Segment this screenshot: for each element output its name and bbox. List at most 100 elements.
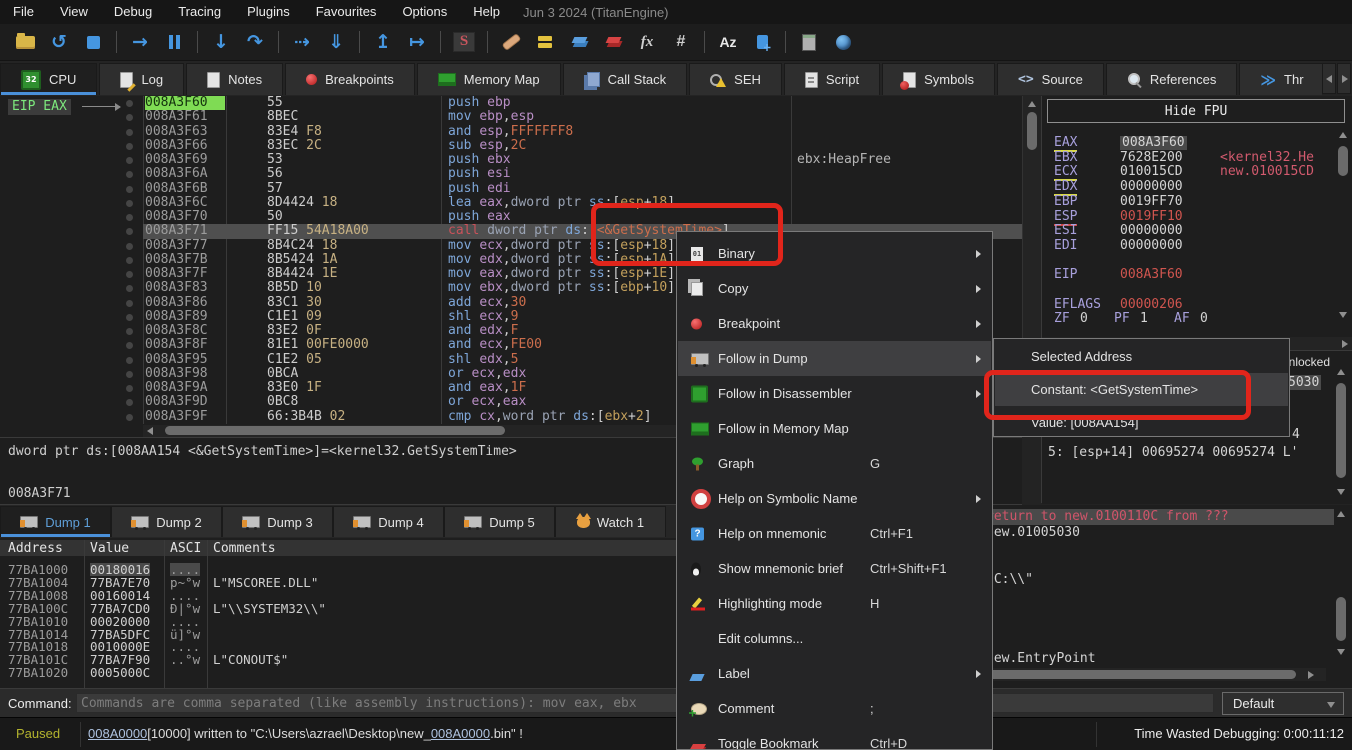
toolbar-step-over-button[interactable]: ↷	[238, 28, 272, 56]
register-row-eax[interactable]: EAX008A3F60	[1042, 136, 1352, 151]
flag-value[interactable]: 0	[1080, 312, 1088, 326]
breakpoint-dot[interactable]	[126, 243, 133, 250]
menu-file[interactable]: File	[0, 0, 47, 24]
tab-cpu[interactable]: 32CPU	[0, 63, 97, 95]
toolbar-trace-into-button[interactable]: ⇓	[319, 28, 353, 56]
argument-row-5[interactable]: 5: [esp+14] 00695274 00695274 L'	[1048, 445, 1298, 460]
status-address-link[interactable]: 008A0000	[88, 726, 147, 741]
toolbar-strings-button[interactable]: Az	[711, 28, 745, 56]
register-row-ecx[interactable]: ECX010015CDnew.010015CD	[1042, 165, 1352, 180]
dump-header-address[interactable]: Address	[8, 541, 63, 556]
disasm-row[interactable]: 008A3F618BECmov ebp,esp	[0, 110, 1022, 125]
menu-plugins[interactable]: Plugins	[234, 0, 303, 24]
register-row-eflags[interactable]: EFLAGS00000206	[1042, 298, 1352, 313]
command-input[interactable]	[76, 693, 1214, 713]
dump-tab-watch-1[interactable]: Watch 1	[555, 506, 666, 537]
stack-h-scrollbar[interactable]	[982, 668, 1326, 681]
flags-row[interactable]: ZF0PF1AF0	[1042, 312, 1352, 327]
context-menu-item-highlighting-mode[interactable]: Highlighting modeH	[678, 586, 991, 621]
register-row-esi[interactable]: ESI00000000	[1042, 224, 1352, 239]
dump-header-comments[interactable]: Comments	[213, 541, 276, 556]
register-value[interactable]: 008A3F60	[1120, 136, 1187, 150]
register-row-eip[interactable]: EIP008A3F60	[1042, 268, 1352, 283]
scrollbar-thumb[interactable]	[1336, 597, 1346, 641]
breakpoint-dot[interactable]	[126, 214, 133, 221]
breakpoint-dot[interactable]	[126, 200, 133, 207]
toolbar-intermodular-calls-button[interactable]: #	[664, 28, 698, 56]
context-menu-item-follow-in-disassembler[interactable]: Follow in Disassembler	[678, 376, 991, 411]
tab-memory-map[interactable]: Memory Map	[417, 63, 561, 95]
menu-tracing[interactable]: Tracing	[165, 0, 234, 24]
tab-scroll-left-button[interactable]	[1322, 63, 1336, 94]
register-value[interactable]: 7628E200	[1120, 151, 1183, 165]
register-value[interactable]: 00000000	[1120, 239, 1183, 253]
stack-row[interactable]	[980, 588, 1334, 604]
register-value[interactable]: 008A3F60	[1120, 268, 1183, 282]
menu-options[interactable]: Options	[389, 0, 460, 24]
register-value[interactable]: 00000000	[1120, 180, 1183, 194]
dump-tab-dump-2[interactable]: Dump 2	[111, 506, 222, 537]
dump-tab-dump-3[interactable]: Dump 3	[222, 506, 333, 537]
tab-references[interactable]: References	[1106, 63, 1237, 95]
toolbar-pause-button[interactable]	[157, 28, 191, 56]
stack-row[interactable]	[980, 556, 1334, 572]
breakpoint-dot[interactable]	[126, 114, 133, 121]
breakpoint-dot[interactable]	[126, 342, 133, 349]
toolbar-bookmarks-button[interactable]	[596, 28, 630, 56]
menu-help[interactable]: Help	[460, 0, 513, 24]
scrollbar-thumb[interactable]	[165, 426, 505, 435]
breakpoint-dot[interactable]	[126, 371, 133, 378]
register-value[interactable]: 0019FF10	[1120, 210, 1183, 224]
stack-row[interactable]: new.01005030	[980, 525, 1334, 541]
breakpoint-dot[interactable]	[126, 129, 133, 136]
dump-header-asci[interactable]: ASCI	[170, 541, 201, 556]
status-address-link[interactable]: 008A0000	[431, 726, 490, 741]
tab-symbols[interactable]: Symbols	[882, 63, 995, 95]
breakpoint-dot[interactable]	[126, 228, 133, 235]
breakpoint-dot[interactable]	[126, 385, 133, 392]
register-row-esp[interactable]: ESP0019FF10	[1042, 210, 1352, 225]
context-menu-item-edit-columns[interactable]: Edit columns...	[678, 621, 991, 656]
breakpoint-dot[interactable]	[126, 186, 133, 193]
dump-tab-dump-4[interactable]: Dump 4	[333, 506, 444, 537]
toolbar-modules-button[interactable]	[745, 28, 779, 56]
stack-row[interactable]	[980, 620, 1334, 636]
toolbar-patches-button[interactable]	[494, 28, 528, 56]
context-menu-item-help-on-mnemonic[interactable]: ?Help on mnemonicCtrl+F1	[678, 516, 991, 551]
calling-convention-select[interactable]: Default	[1222, 692, 1344, 715]
dump-tab-dump-5[interactable]: Dump 5	[444, 506, 555, 537]
breakpoint-dot[interactable]	[126, 257, 133, 264]
flag-value[interactable]: 0	[1200, 312, 1208, 326]
register-row-edx[interactable]: EDX00000000	[1042, 180, 1352, 195]
context-menu-item-show-mnemonic-brief[interactable]: Show mnemonic briefCtrl+Shift+F1	[678, 551, 991, 586]
tab-seh[interactable]: SEH	[689, 63, 782, 95]
context-menu-item-copy[interactable]: Copy	[678, 271, 991, 306]
register-value[interactable]: 00000000	[1120, 224, 1183, 238]
toolbar-calculator-button[interactable]	[792, 28, 826, 56]
stack-row[interactable]	[980, 541, 1334, 557]
toolbar-run-to-user-code-button[interactable]: ↦	[400, 28, 434, 56]
context-menu-item-label[interactable]: Label	[678, 656, 991, 691]
context-menu-item-binary[interactable]: 01Binary	[678, 236, 991, 271]
tab-log[interactable]: Log	[99, 63, 184, 95]
breakpoint-dot[interactable]	[126, 399, 133, 406]
flag-value[interactable]: 1	[1140, 312, 1148, 326]
scrollbar-thumb[interactable]	[1336, 383, 1346, 478]
breakpoint-dot[interactable]	[126, 271, 133, 278]
register-row-edi[interactable]: EDI00000000	[1042, 239, 1352, 254]
submenu-item-selected-address[interactable]: Selected Address	[995, 340, 1288, 373]
breakpoint-dot[interactable]	[126, 328, 133, 335]
breakpoint-dot[interactable]	[126, 357, 133, 364]
toolbar-source-mode-button[interactable]: S	[447, 28, 481, 56]
tab-script[interactable]: Script	[784, 63, 880, 95]
register-value[interactable]: 00000206	[1120, 298, 1183, 312]
dump-tab-dump-1[interactable]: Dump 1	[0, 506, 111, 537]
register-value[interactable]: 0019FF70	[1120, 195, 1183, 209]
context-menu-item-follow-in-memory-map[interactable]: Follow in Memory Map	[678, 411, 991, 446]
breakpoint-dot[interactable]	[126, 171, 133, 178]
context-menu-item-graph[interactable]: GraphG	[678, 446, 991, 481]
tab-breakpoints[interactable]: Breakpoints	[285, 63, 415, 95]
registers-v-scrollbar[interactable]	[1336, 126, 1350, 326]
stack-row[interactable]: return to new.0100110C from ???	[980, 509, 1334, 525]
tab-call-stack[interactable]: Call Stack	[563, 63, 688, 95]
